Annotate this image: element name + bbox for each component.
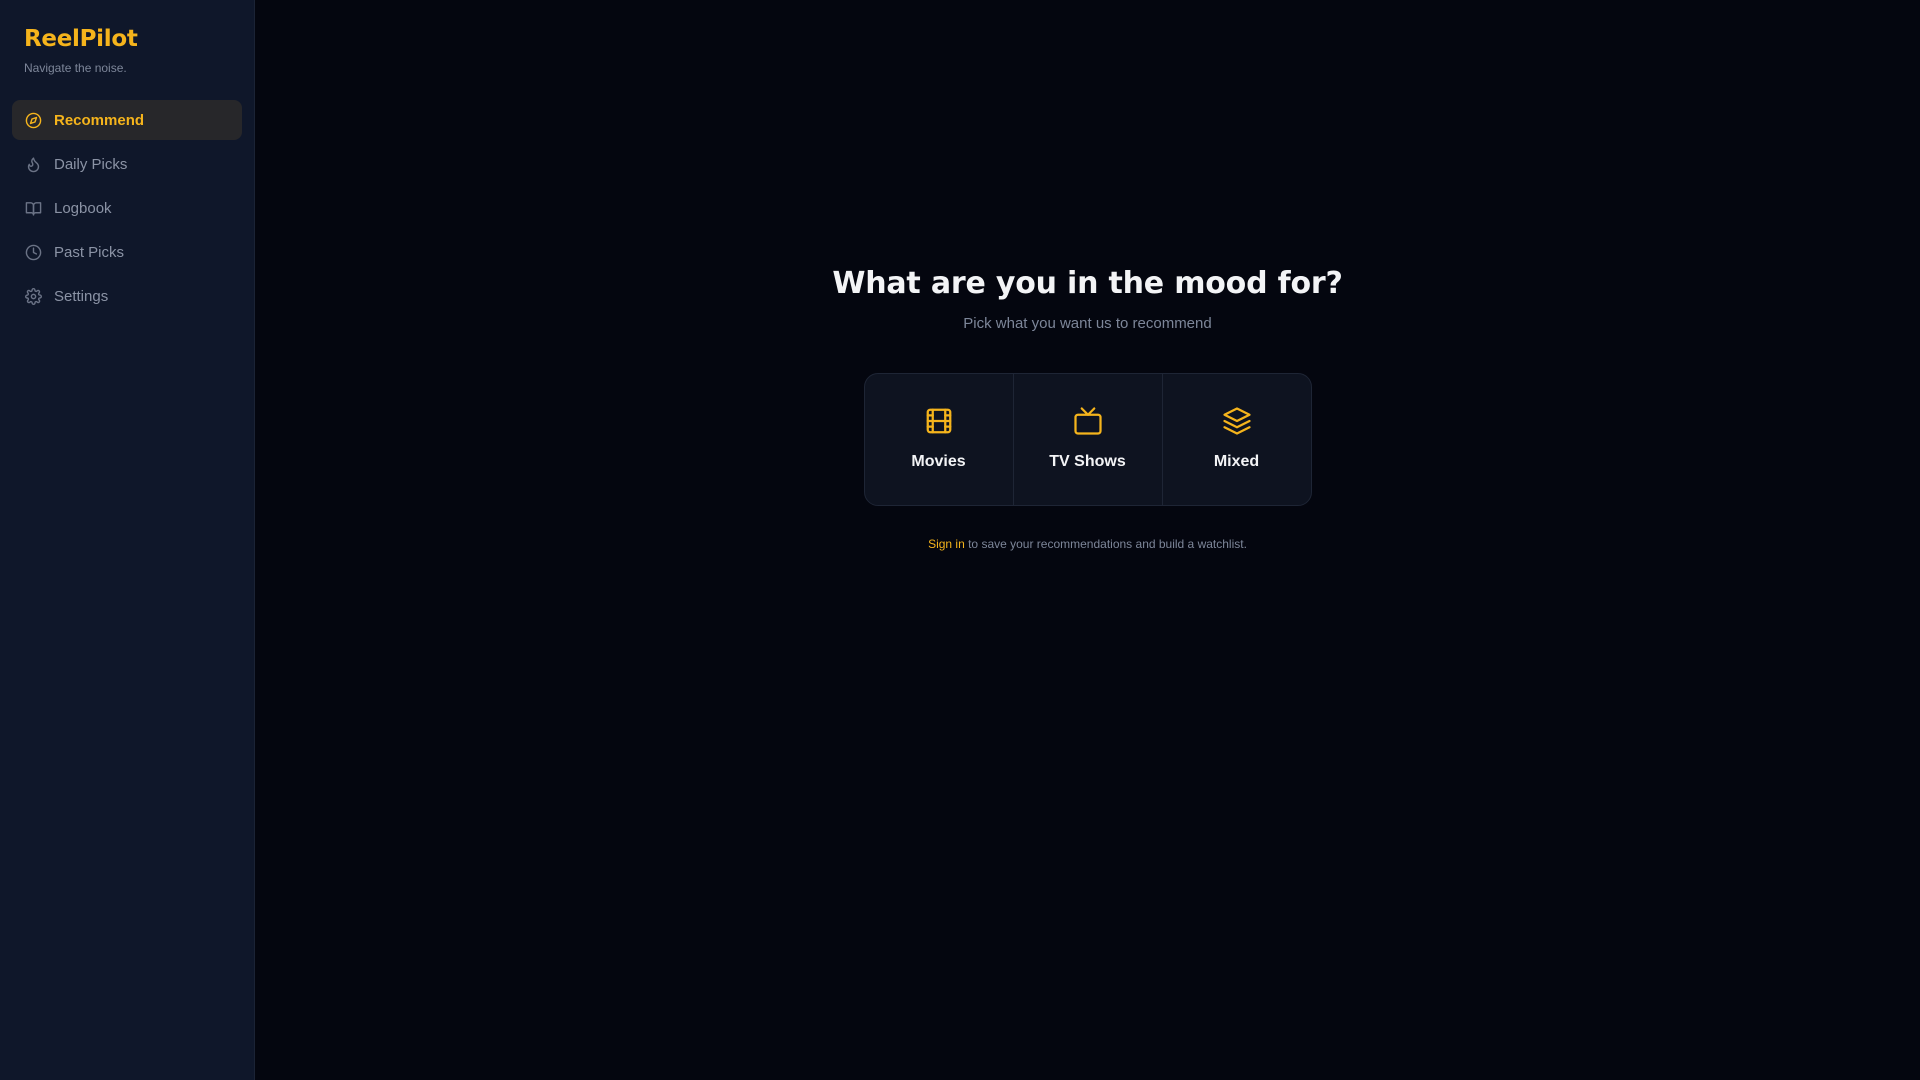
choice-label: Mixed [1213, 453, 1260, 470]
compass-icon [24, 111, 42, 129]
flame-icon [24, 155, 42, 173]
page-title: What are you in the mood for? [832, 266, 1343, 301]
sidebar-item-label: Logbook [54, 199, 112, 217]
signin-note-text: to save your recommendations and build a… [964, 537, 1247, 551]
sign-in-link[interactable]: Sign in [928, 537, 965, 551]
sidebar-item-label: Settings [54, 287, 109, 305]
sidebar-item-recommend[interactable]: Recommend [12, 100, 242, 140]
tv-icon [1073, 406, 1103, 441]
sidebar-item-label: Recommend [54, 111, 145, 129]
layers-icon [1222, 406, 1252, 441]
mood-picker: What are you in the mood for? Pick what … [255, 266, 1920, 551]
sidebar-nav: Recommend Daily Picks Logbook Past Picks [12, 100, 242, 316]
film-icon [924, 406, 954, 441]
movies-option[interactable]: Movies [865, 374, 1013, 505]
choice-label: TV Shows [1049, 453, 1126, 470]
gear-icon [24, 287, 42, 305]
signin-note: Sign in to save your recommendations and… [928, 537, 1247, 551]
app-tagline: Navigate the noise. [24, 61, 127, 75]
tv-shows-option[interactable]: TV Shows [1012, 374, 1162, 505]
sidebar: ReelPilot Navigate the noise. Recommend … [0, 0, 255, 1080]
sidebar-item-logbook[interactable]: Logbook [12, 188, 242, 228]
content-type-selector: Movies TV Shows Mixed [863, 373, 1312, 506]
main-panel: What are you in the mood for? Pick what … [255, 0, 1920, 1080]
mixed-option[interactable]: Mixed [1161, 374, 1311, 505]
brand: ReelPilot Navigate the noise. [12, 26, 242, 75]
sidebar-item-label: Daily Picks [54, 155, 128, 173]
clock-icon [24, 243, 42, 261]
sidebar-item-settings[interactable]: Settings [12, 276, 242, 316]
book-icon [24, 199, 42, 217]
sidebar-item-daily-picks[interactable]: Daily Picks [12, 144, 242, 184]
sidebar-item-past-picks[interactable]: Past Picks [12, 232, 242, 272]
app-title: ReelPilot [24, 26, 138, 52]
sidebar-item-label: Past Picks [54, 243, 125, 261]
app-root: ReelPilot Navigate the noise. Recommend … [0, 0, 1920, 1080]
page-subtitle: Pick what you want us to recommend [963, 315, 1212, 332]
choice-label: Movies [911, 453, 966, 470]
